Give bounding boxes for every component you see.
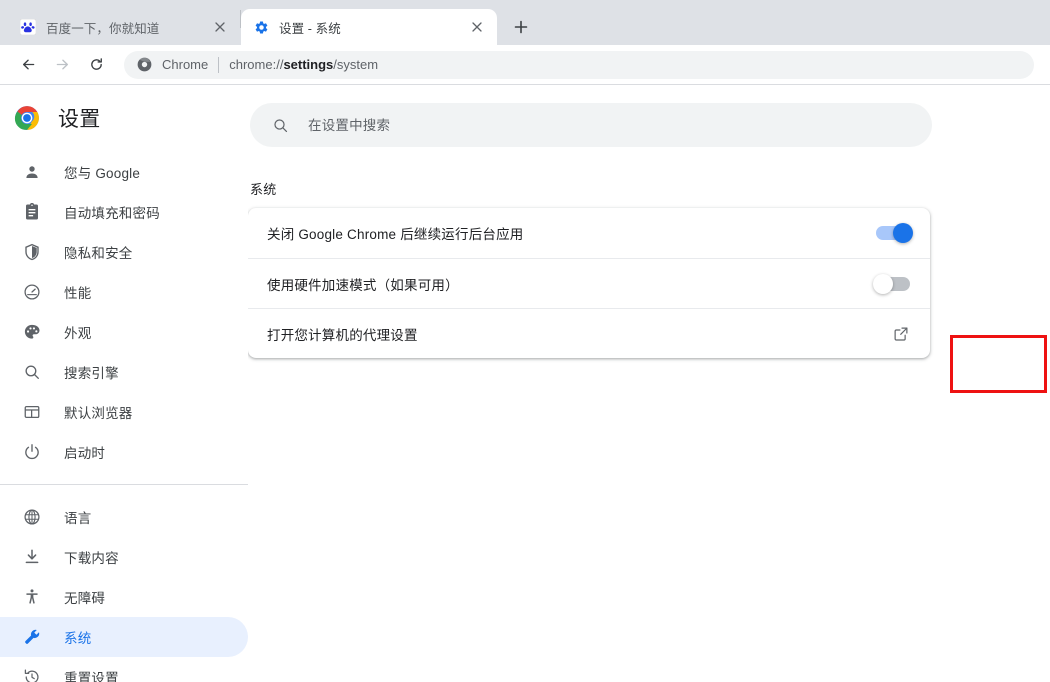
url-bold-part: settings	[283, 57, 334, 72]
omnibox-divider	[218, 56, 220, 73]
power-icon	[22, 442, 42, 462]
sidebar-item-label: 您与 Google	[64, 166, 141, 181]
sidebar-item-label: 默认浏览器	[64, 406, 133, 421]
sidebar-item-autofill-passwords[interactable]: 自动填充和密码	[0, 192, 248, 232]
browser-window-icon	[22, 402, 42, 422]
sidebar-item-label: 外观	[64, 326, 92, 341]
speedometer-icon	[22, 282, 42, 302]
external-link-icon[interactable]	[892, 325, 910, 343]
sidebar-item-languages[interactable]: 语言	[0, 497, 248, 537]
sidebar-nav-group-2: 语言 下载内容 无障碍 系统 重置设置	[0, 497, 248, 682]
sidebar-item-downloads[interactable]: 下载内容	[0, 537, 248, 577]
sidebar-item-label: 自动填充和密码	[64, 206, 160, 221]
sidebar-item-label: 下载内容	[64, 551, 119, 566]
settings-page: 设置 您与 Google 自动填充和密码 隐私和安全 性能 外观 搜索引擎 默认…	[0, 85, 1050, 682]
tab-close-button[interactable]	[467, 17, 487, 37]
page-title: 设置	[58, 108, 101, 131]
search-icon	[22, 362, 42, 382]
sidebar-item-label: 重置设置	[64, 671, 119, 682]
accessibility-icon	[22, 587, 42, 607]
background-apps-toggle[interactable]	[876, 223, 913, 243]
sidebar-item-label: 无障碍	[64, 591, 106, 606]
history-restore-icon	[22, 667, 42, 682]
search-input[interactable]	[308, 117, 912, 133]
row-label: 关闭 Google Chrome 后继续运行后台应用	[267, 227, 524, 242]
back-arrow-icon[interactable]	[14, 51, 42, 79]
browser-window: 百度一下，你就知道 设置 - 系统 Chrome chrome://settin…	[0, 0, 1050, 682]
sidebar-item-on-startup[interactable]: 启动时	[0, 432, 248, 472]
url-prefix: chrome://	[229, 57, 284, 72]
hardware-acceleration-toggle[interactable]	[873, 273, 910, 294]
address-bar[interactable]: Chrome chrome://settings/system	[124, 50, 1034, 79]
tab-baidu[interactable]: 百度一下，你就知道	[8, 9, 240, 45]
sidebar-divider	[0, 484, 248, 485]
reload-icon[interactable]	[82, 51, 110, 79]
chrome-logo-gray-icon	[136, 57, 152, 73]
toggle-knob	[893, 223, 913, 243]
wrench-icon	[22, 627, 42, 647]
row-label: 使用硬件加速模式（如果可用）	[267, 277, 459, 293]
settings-header: 设置	[0, 90, 248, 146]
sidebar-item-you-and-google[interactable]: 您与 Google	[0, 152, 248, 192]
row-background-apps[interactable]: 关闭 Google Chrome 后继续运行后台应用	[248, 208, 930, 258]
settings-content: 系统 关闭 Google Chrome 后继续运行后台应用 使用硬件加速模式（如…	[248, 85, 1050, 682]
sidebar-item-default-browser[interactable]: 默认浏览器	[0, 392, 248, 432]
url-suffix: /system	[333, 57, 379, 72]
baidu-paw-icon	[20, 19, 36, 35]
sidebar-item-privacy-security[interactable]: 隐私和安全	[0, 232, 248, 272]
tab-strip: 百度一下，你就知道 设置 - 系统	[0, 0, 1050, 45]
row-proxy-settings[interactable]: 打开您计算机的代理设置	[248, 308, 930, 358]
forward-arrow-icon[interactable]	[48, 51, 76, 79]
sidebar-item-label: 隐私和安全	[64, 246, 133, 261]
settings-sidebar: 设置 您与 Google 自动填充和密码 隐私和安全 性能 外观 搜索引擎 默认…	[0, 85, 248, 682]
globe-icon	[22, 507, 42, 527]
sidebar-item-label: 系统	[64, 631, 92, 646]
sidebar-nav-group-1: 您与 Google 自动填充和密码 隐私和安全 性能 外观 搜索引擎 默认浏览器…	[0, 146, 248, 472]
clipboard-icon	[22, 202, 42, 222]
download-icon	[22, 547, 42, 567]
settings-search-bar[interactable]	[250, 103, 932, 147]
new-tab-button[interactable]	[507, 13, 535, 41]
omnibox-url: chrome://settings/system	[229, 57, 378, 72]
sidebar-item-label: 搜索引擎	[64, 366, 119, 381]
palette-icon	[22, 322, 42, 342]
omnibox-scheme-label: Chrome	[162, 57, 209, 72]
row-label: 打开您计算机的代理设置	[267, 327, 418, 343]
sidebar-item-appearance[interactable]: 外观	[0, 312, 248, 352]
sidebar-item-label: 语言	[64, 511, 92, 526]
section-title: 系统	[250, 182, 277, 197]
sidebar-item-system[interactable]: 系统	[0, 617, 248, 657]
row-hardware-acceleration[interactable]: 使用硬件加速模式（如果可用）	[248, 258, 930, 308]
sidebar-item-reset-settings[interactable]: 重置设置	[0, 657, 248, 682]
sidebar-item-accessibility[interactable]: 无障碍	[0, 577, 248, 617]
sidebar-item-search-engine[interactable]: 搜索引擎	[0, 352, 248, 392]
system-settings-card: 关闭 Google Chrome 后继续运行后台应用 使用硬件加速模式（如果可用…	[248, 208, 930, 358]
sidebar-item-label: 启动时	[64, 446, 106, 461]
search-bar-wrapper	[248, 85, 1050, 147]
tab-settings[interactable]: 设置 - 系统	[241, 9, 497, 45]
toggle-knob	[873, 273, 893, 294]
tab-close-button[interactable]	[210, 17, 230, 37]
shield-icon	[22, 242, 42, 262]
chrome-logo-icon	[14, 105, 40, 131]
blue-gear-icon	[253, 19, 269, 35]
tab-title: 百度一下，你就知道	[46, 21, 160, 36]
search-icon	[270, 115, 290, 135]
person-icon	[22, 162, 42, 182]
browser-toolbar: Chrome chrome://settings/system	[0, 45, 1050, 85]
sidebar-item-performance[interactable]: 性能	[0, 272, 248, 312]
tab-title: 设置 - 系统	[279, 21, 341, 36]
sidebar-item-label: 性能	[64, 286, 92, 301]
